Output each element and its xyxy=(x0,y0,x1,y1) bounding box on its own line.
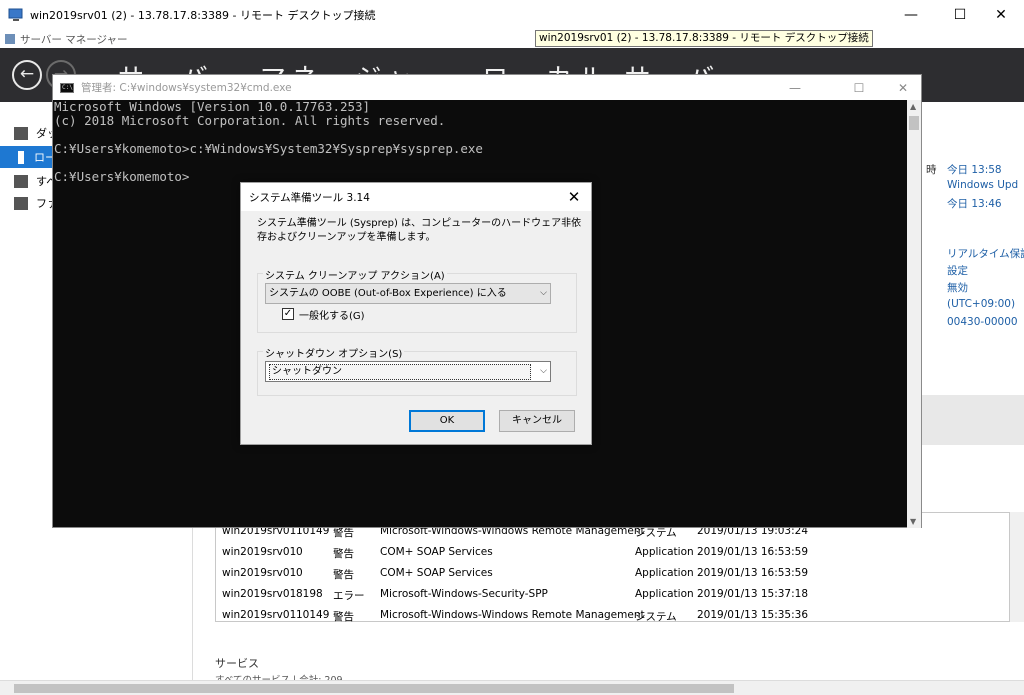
cell-log: Application xyxy=(635,588,694,600)
back-arrow-icon[interactable]: ← xyxy=(12,60,42,90)
cell-date: 2019/01/13 16:53:59 xyxy=(697,546,809,558)
cell-level: 警告 xyxy=(333,548,354,560)
chevron-down-icon: ⌵ xyxy=(540,366,547,376)
console-line: Microsoft Windows [Version 10.0.17763.25… xyxy=(54,99,371,114)
sysprep-dialog: システム準備ツール 3.14 ✕ システム準備ツール (Sysprep) は、コ… xyxy=(240,182,592,445)
property-value[interactable]: (UTC+09:00) xyxy=(947,298,1015,310)
property-value[interactable]: リアルタイム保護 xyxy=(947,246,1024,261)
close-button[interactable]: ✕ xyxy=(978,0,1024,30)
cell-date: 2019/01/13 15:35:36 xyxy=(697,609,809,621)
file-services-icon xyxy=(14,196,28,210)
local-server-icon xyxy=(18,150,24,164)
console-line: C:¥Users¥komemoto>c:¥Windows¥System32¥Sy… xyxy=(54,141,483,156)
cleanup-action-select[interactable]: システムの OOBE (Out-of-Box Experience) に入る ⌵ xyxy=(265,283,551,304)
cmd-minimize-button[interactable]: — xyxy=(772,75,818,100)
generalize-label: 一般化する(G) xyxy=(299,311,365,322)
cell-log: システム xyxy=(635,611,677,623)
shutdown-option-value: シャットダウン xyxy=(269,364,531,380)
cell-server: win2019srv01 xyxy=(222,609,297,621)
services-section-title: サービス xyxy=(215,657,259,670)
cell-server: win2019srv01 xyxy=(222,567,297,579)
sysprep-description: システム準備ツール (Sysprep) は、コンピューターのハードウェア非依存お… xyxy=(257,218,582,243)
property-value[interactable]: Windows Upd xyxy=(947,179,1018,191)
cell-id: 0 xyxy=(296,567,303,579)
cell-level: 警告 xyxy=(333,569,354,581)
table-row[interactable]: win2019srv01 8198 エラー Microsoft-Windows-… xyxy=(216,584,1006,605)
cmd-close-button[interactable]: ✕ xyxy=(880,75,926,100)
rdp-window-title: win2019srv01 (2) - 13.78.17.8:3389 - リモー… xyxy=(30,9,376,22)
property-value[interactable]: 00430-00000 xyxy=(947,316,1018,328)
table-row[interactable]: win2019srv01 0 警告 COM+ SOAP Services App… xyxy=(216,563,1006,584)
events-table: win2019srv01 10149 警告 Microsoft-Windows-… xyxy=(215,512,1010,623)
chevron-down-icon: ⌵ xyxy=(540,288,547,298)
sysprep-title: システム準備ツール 3.14 xyxy=(249,192,370,204)
scroll-up-icon[interactable]: ▲ xyxy=(910,102,916,111)
shutdown-option-label: シャットダウン オプション(S) xyxy=(263,345,405,360)
property-label: 時 xyxy=(926,164,937,176)
cell-source: Microsoft-Windows-Security-SPP xyxy=(380,588,548,600)
shutdown-option-select[interactable]: シャットダウン ⌵ xyxy=(265,361,551,382)
cmd-maximize-button[interactable]: ☐ xyxy=(836,75,882,100)
generalize-checkbox[interactable]: ✓ xyxy=(282,308,294,320)
maximize-button[interactable]: ☐ xyxy=(937,0,983,30)
cell-source: Microsoft-Windows-Windows Remote Managem… xyxy=(380,609,645,621)
cmd-window-title: 管理者: C:¥windows¥system32¥cmd.exe xyxy=(81,82,292,94)
cell-level: 警告 xyxy=(333,611,354,623)
cell-log: Application xyxy=(635,567,694,579)
cell-source: COM+ SOAP Services xyxy=(380,546,493,558)
cleanup-action-label: システム クリーンアップ アクション(A) xyxy=(263,267,447,282)
scrollbar-thumb[interactable] xyxy=(14,684,734,693)
cell-id: 8198 xyxy=(296,588,323,600)
cmd-scrollbar[interactable]: ▲ ▼ xyxy=(907,100,921,528)
dashboard-icon xyxy=(14,126,28,140)
cell-log: Application xyxy=(635,546,694,558)
server-manager-title: サーバー マネージャー xyxy=(20,34,128,46)
cmd-icon: C:\ xyxy=(60,82,74,93)
table-row[interactable]: win2019srv01 10149 警告 Microsoft-Windows-… xyxy=(216,605,1006,626)
all-servers-icon xyxy=(14,174,28,188)
properties-right-column: 時 今日 13:58 Windows Upd 今日 13:46 リアルタイム保護… xyxy=(912,112,1024,512)
rdp-title-tooltip: win2019srv01 (2) - 13.78.17.8:3389 - リモー… xyxy=(535,30,873,47)
horizontal-scrollbar[interactable] xyxy=(0,680,1024,695)
cell-source: COM+ SOAP Services xyxy=(380,567,493,579)
remote-desktop-icon xyxy=(8,8,24,22)
property-value[interactable]: 今日 13:46 xyxy=(947,196,1002,211)
cancel-button[interactable]: キャンセル xyxy=(499,410,575,432)
scrollbar-thumb[interactable] xyxy=(909,116,919,130)
table-row[interactable]: win2019srv01 0 警告 COM+ SOAP Services App… xyxy=(216,542,1006,563)
property-value[interactable]: 設定 xyxy=(947,263,968,278)
cell-server: win2019srv01 xyxy=(222,588,297,600)
close-icon[interactable]: ✕ xyxy=(563,186,585,208)
cell-date: 2019/01/13 15:37:18 xyxy=(697,588,809,600)
cmd-titlebar[interactable]: C:\ 管理者: C:¥windows¥system32¥cmd.exe — ☐… xyxy=(53,75,921,100)
cell-server: win2019srv01 xyxy=(222,546,297,558)
cleanup-action-value: システムの OOBE (Out-of-Box Experience) に入る xyxy=(269,288,507,299)
ok-button[interactable]: OK xyxy=(409,410,485,432)
cell-id: 10149 xyxy=(296,609,330,621)
cell-level: エラー xyxy=(333,590,365,602)
scroll-down-icon[interactable]: ▼ xyxy=(910,517,916,526)
cell-id: 0 xyxy=(296,546,303,558)
property-value[interactable]: 今日 13:58 xyxy=(947,162,1002,177)
sysprep-titlebar[interactable]: システム準備ツール 3.14 ✕ xyxy=(241,183,591,211)
server-manager-icon xyxy=(4,33,16,48)
events-scrollbar[interactable] xyxy=(1010,512,1024,622)
minimize-button[interactable]: — xyxy=(888,0,934,30)
property-value[interactable]: 無効 xyxy=(947,280,968,295)
console-line: (c) 2018 Microsoft Corporation. All righ… xyxy=(54,113,446,128)
cell-date: 2019/01/13 16:53:59 xyxy=(697,567,809,579)
rdp-titlebar: win2019srv01 (2) - 13.78.17.8:3389 - リモー… xyxy=(0,0,1024,30)
section-divider xyxy=(912,395,1024,445)
